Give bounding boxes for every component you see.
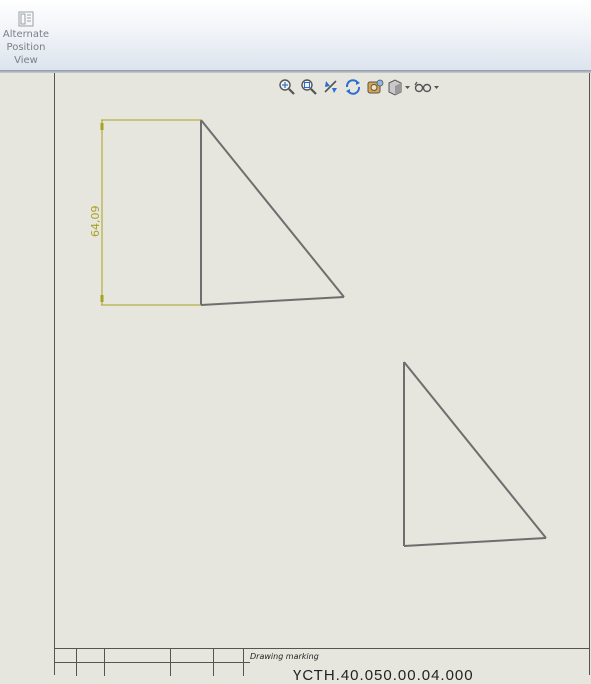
document-code: ҮСТН.40.050.00.04.000 (293, 667, 474, 684)
drawing-views: 64,09 (89, 119, 547, 547)
view2-bottom-edge (403, 537, 547, 547)
drawing-view-2[interactable] (403, 361, 547, 547)
title-block: Drawing marking ҮСТН.40.050.00.04.000 (55, 648, 589, 684)
drawing-marking-label: Drawing marking (250, 652, 319, 661)
linear-dimension[interactable]: 64,09 (89, 119, 201, 306)
title-block-row-line (55, 662, 250, 663)
drawing-view-1[interactable] (200, 119, 345, 306)
view1-hypotenuse-edge (200, 119, 345, 298)
dimension-arrow-bottom (100, 295, 104, 302)
view2-hypotenuse-edge (403, 361, 547, 539)
dimension-value[interactable]: 64,09 (89, 206, 102, 238)
dimension-arrow-top (100, 123, 104, 130)
view1-bottom-edge (200, 296, 345, 306)
